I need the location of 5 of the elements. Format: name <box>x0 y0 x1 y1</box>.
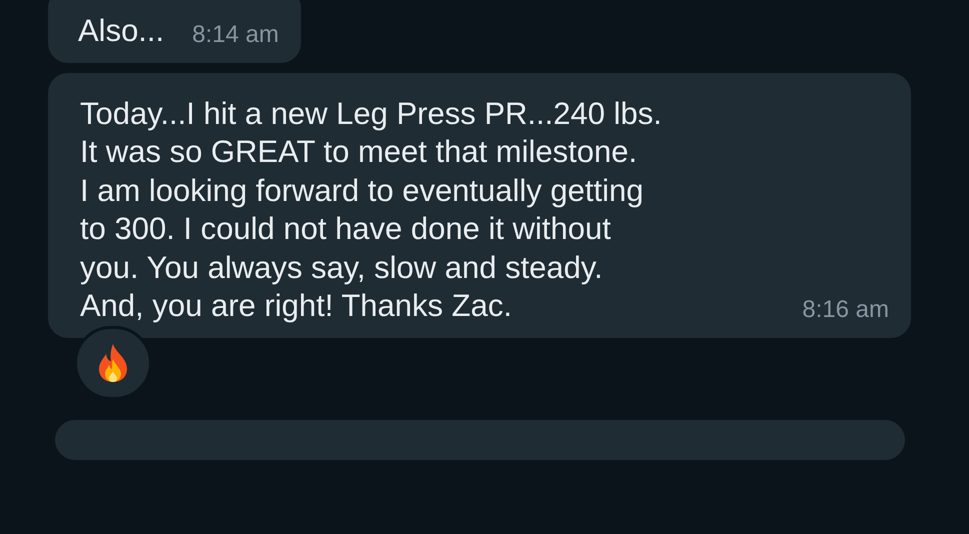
fire-icon <box>96 342 130 382</box>
message-text: Also... <box>78 12 164 50</box>
message-text: Today...I hit a new Leg Press PR...240 lbs. It was so GREAT to meet that milestone. I am looking forward to eventually getting to 300. I could not have done it without you. You always say, slow and steady. And, you are right! Thanks Zac. <box>80 94 662 325</box>
message-time: 8:16 am <box>802 296 889 324</box>
message-time: 8:14 am <box>192 20 279 50</box>
